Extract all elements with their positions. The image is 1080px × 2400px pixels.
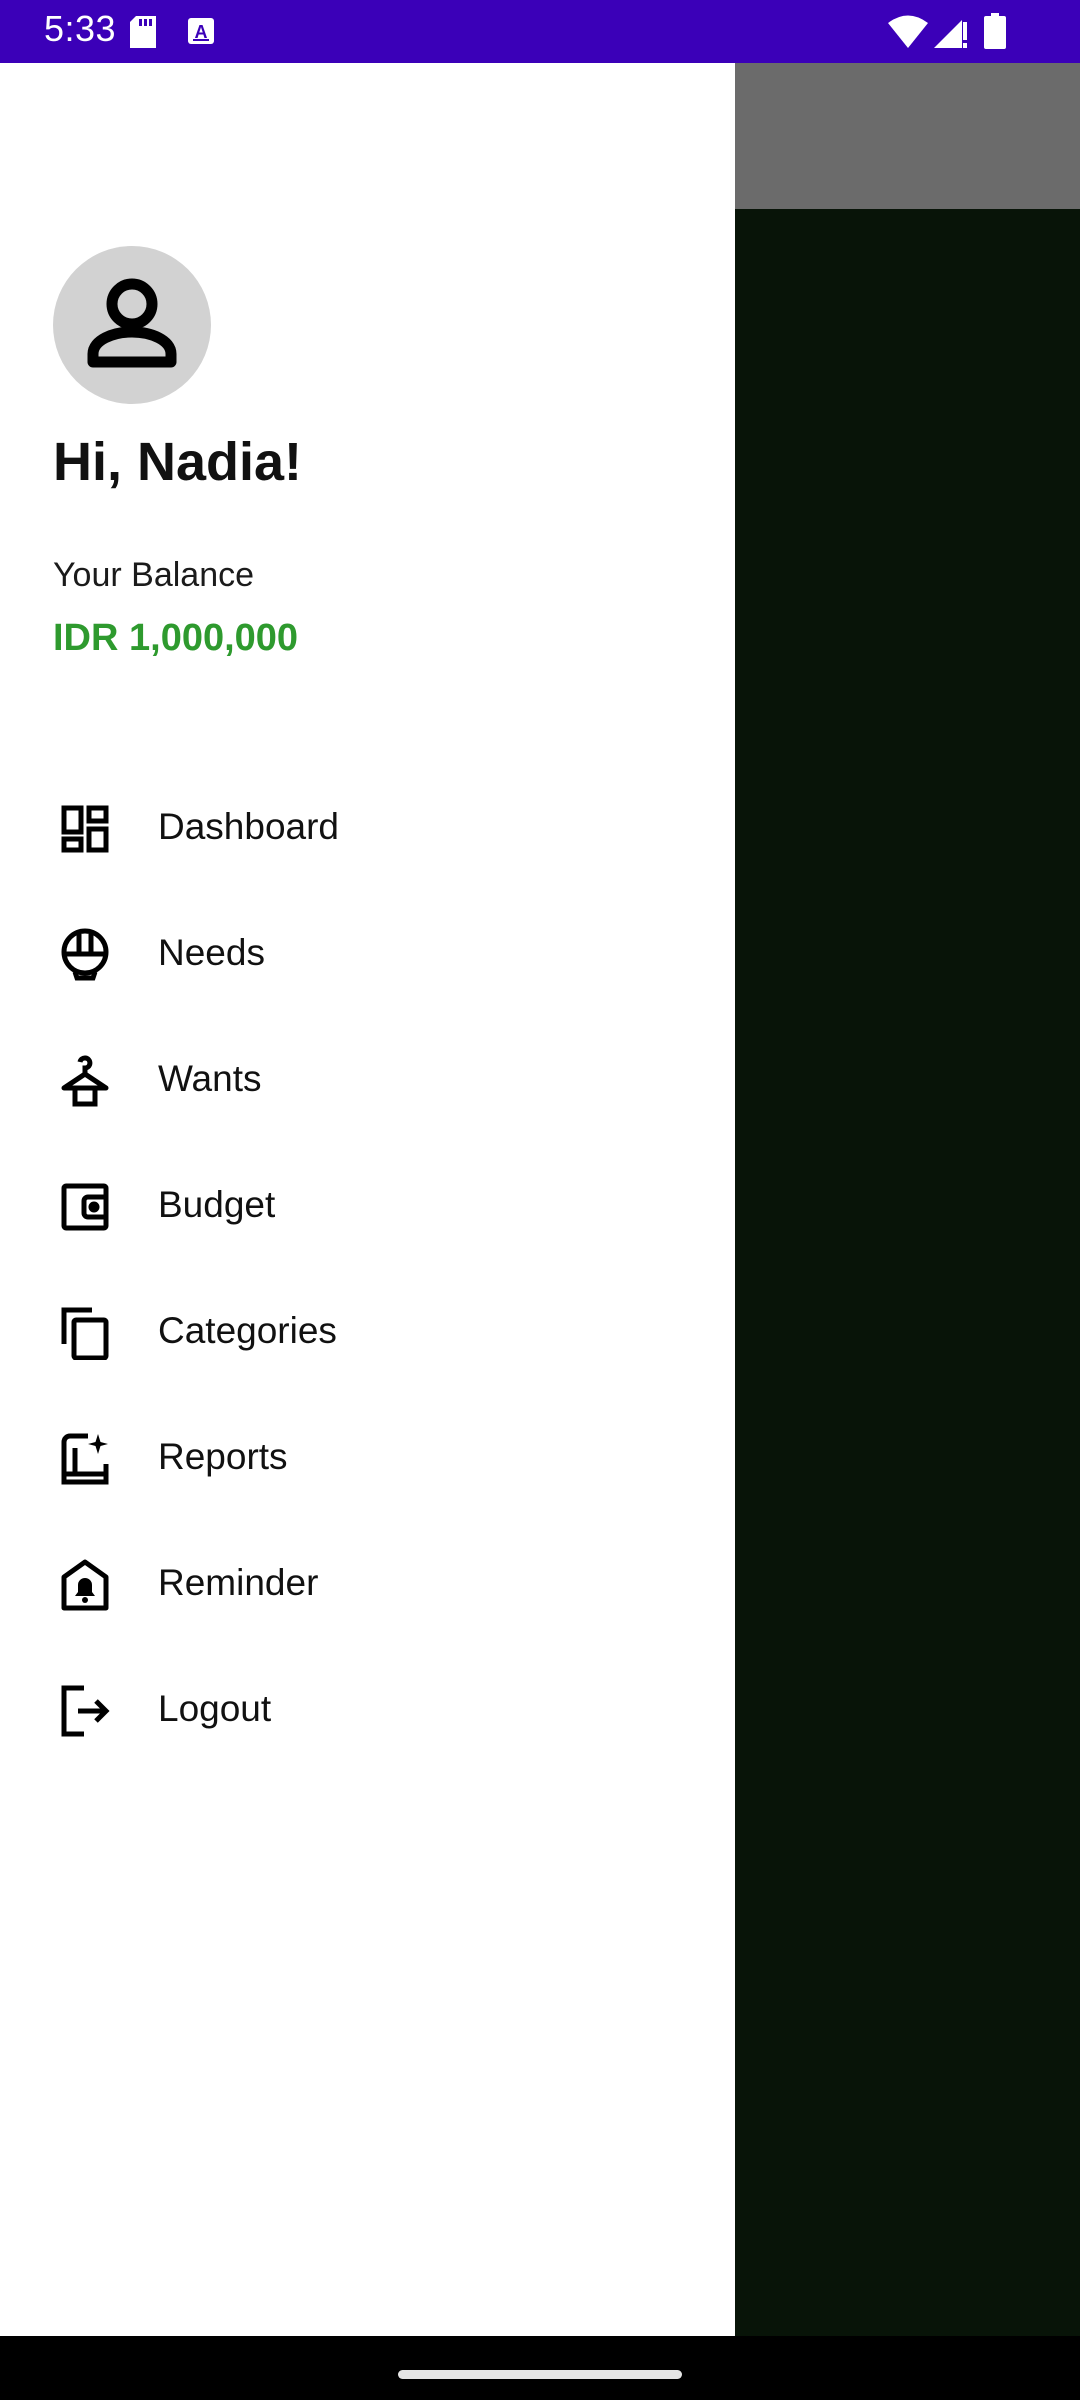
wifi-icon — [888, 14, 928, 52]
app-bar-dimmed[interactable] — [735, 63, 1080, 209]
logout-icon — [58, 1684, 112, 1738]
menu-label: Reports — [158, 1436, 288, 1477]
menu-label: Dashboard — [158, 806, 340, 847]
status-time: 5:33 — [44, 8, 117, 49]
hanger-icon — [58, 1054, 112, 1108]
battery-icon — [984, 13, 1006, 53]
menu-label: Wants — [158, 1058, 262, 1099]
balance-label: Your Balance — [53, 556, 255, 594]
menu-label: Budget — [158, 1184, 276, 1225]
avatar[interactable] — [53, 246, 211, 404]
signal-icon — [934, 14, 968, 52]
reports-icon — [58, 1432, 112, 1486]
menu-label: Logout — [158, 1688, 272, 1729]
content-scrim[interactable] — [735, 209, 1080, 2336]
greeting: Hi, Nadia! — [53, 432, 303, 492]
navigation-drawer: Hi, Nadia! Your Balance IDR 1,000,000 Da… — [0, 63, 735, 2336]
balance-value: IDR 1,000,000 — [53, 617, 299, 659]
menu-item-categories[interactable]: Categories — [0, 1270, 735, 1396]
menu-item-needs[interactable]: Needs — [0, 892, 735, 1018]
status-bar: 5:33 A — [0, 0, 1080, 63]
menu-label: Needs — [158, 932, 265, 973]
drawer-menu: Dashboard Needs Wants Budget Categories … — [0, 766, 735, 1774]
wallet-icon — [58, 1180, 112, 1234]
menu-item-dashboard[interactable]: Dashboard — [0, 766, 735, 892]
menu-item-wants[interactable]: Wants — [0, 1018, 735, 1144]
a-notification-icon: A — [188, 18, 214, 48]
bell-home-icon — [58, 1558, 112, 1612]
menu-label: Categories — [158, 1310, 337, 1351]
menu-item-logout[interactable]: Logout — [0, 1648, 735, 1774]
sd-card-icon — [130, 16, 156, 52]
system-nav-bar — [0, 2336, 1080, 2400]
rice-bowl-icon — [58, 928, 112, 982]
copy-icon — [58, 1306, 112, 1361]
menu-item-reminder[interactable]: Reminder — [0, 1522, 735, 1648]
home-gesture-handle[interactable] — [398, 2370, 682, 2379]
menu-item-budget[interactable]: Budget — [0, 1144, 735, 1270]
menu-item-reports[interactable]: Reports — [0, 1396, 735, 1522]
dashboard-icon — [58, 802, 112, 856]
menu-label: Reminder — [158, 1562, 319, 1603]
